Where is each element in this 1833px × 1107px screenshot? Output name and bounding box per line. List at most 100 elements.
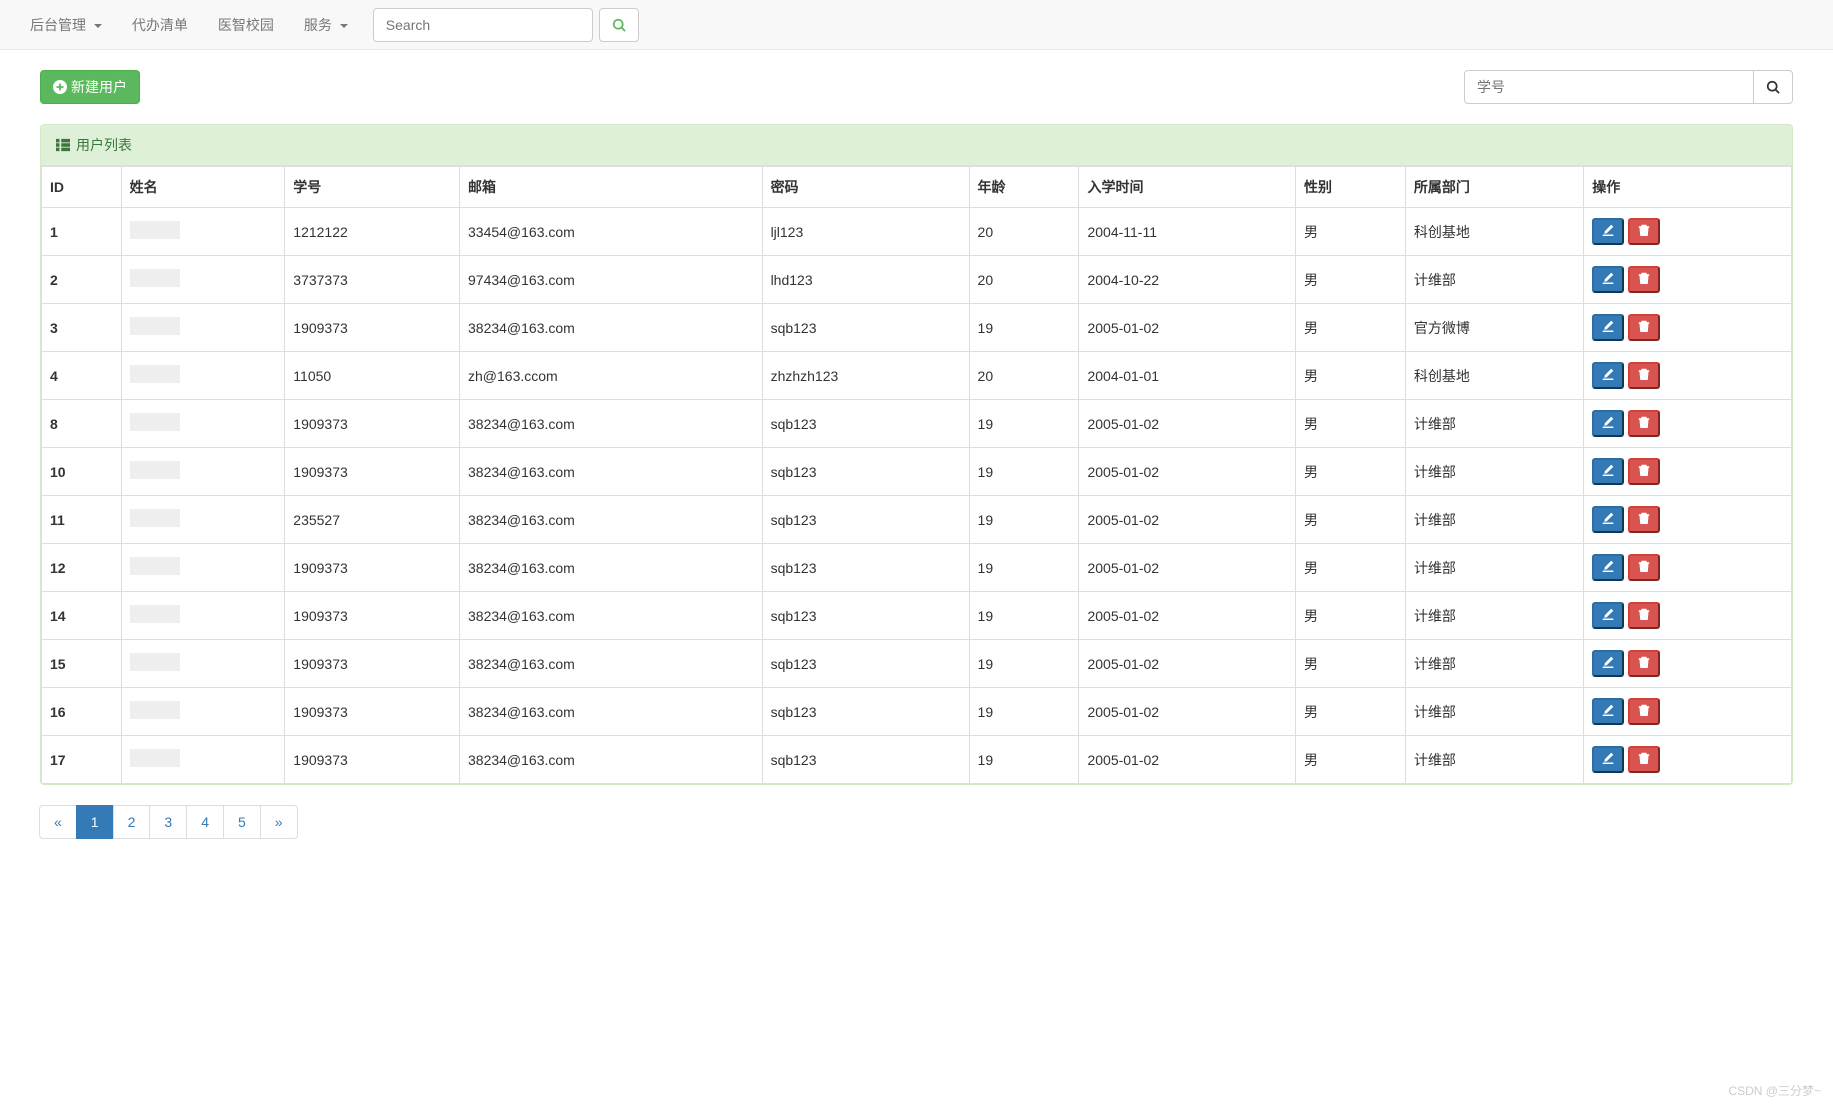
table-cell: sqb123	[762, 688, 969, 736]
delete-button[interactable]	[1628, 554, 1660, 581]
actions-cell	[1584, 304, 1792, 352]
table-cell: 2004-10-22	[1079, 256, 1296, 304]
delete-button[interactable]	[1628, 602, 1660, 629]
name-redacted	[130, 557, 180, 575]
table-body: 1121212233454@163.comljl123202004-11-11男…	[42, 208, 1792, 784]
name-redacted	[130, 413, 180, 431]
new-user-button[interactable]: 新建用户	[40, 70, 140, 104]
table-cell: 20	[969, 208, 1079, 256]
table-cell: 男	[1295, 304, 1405, 352]
edit-button[interactable]	[1592, 266, 1624, 293]
page-next-link[interactable]: »	[261, 806, 297, 838]
delete-button[interactable]	[1628, 218, 1660, 245]
nav-item[interactable]: 服务	[289, 0, 363, 50]
page-1: 1	[76, 805, 114, 839]
table-cell: 20	[969, 352, 1079, 400]
top-navbar: 后台管理 代办清单医智校园服务	[0, 0, 1833, 50]
trash-icon	[1638, 608, 1650, 620]
nav-item[interactable]: 医智校园	[203, 0, 289, 50]
edit-button[interactable]	[1592, 698, 1624, 725]
edit-button[interactable]	[1592, 218, 1624, 245]
table-cell: sqb123	[762, 304, 969, 352]
table-cell	[121, 256, 285, 304]
name-redacted	[130, 221, 180, 239]
name-redacted	[130, 653, 180, 671]
actions-cell	[1584, 208, 1792, 256]
delete-button[interactable]	[1628, 746, 1660, 773]
table-cell: sqb123	[762, 640, 969, 688]
table-cell: sqb123	[762, 736, 969, 784]
delete-button[interactable]	[1628, 458, 1660, 485]
table-row: 12190937338234@163.comsqb123192005-01-02…	[42, 544, 1792, 592]
table-header-cell: 年龄	[969, 167, 1079, 208]
edit-button[interactable]	[1592, 650, 1624, 677]
actions-cell	[1584, 592, 1792, 640]
table-cell: 2005-01-02	[1079, 592, 1296, 640]
page-2: 2	[113, 805, 151, 839]
page-1-link[interactable]: 1	[77, 806, 113, 838]
edit-button[interactable]	[1592, 362, 1624, 389]
delete-button[interactable]	[1628, 698, 1660, 725]
delete-button[interactable]	[1628, 362, 1660, 389]
table-cell: 男	[1295, 592, 1405, 640]
table-cell: 4	[42, 352, 122, 400]
page-5-link[interactable]: 5	[224, 806, 260, 838]
edit-button[interactable]	[1592, 458, 1624, 485]
page-prev: «	[39, 805, 77, 839]
table-cell	[121, 304, 285, 352]
edit-button[interactable]	[1592, 746, 1624, 773]
edit-button[interactable]	[1592, 314, 1624, 341]
table-cell: 2005-01-02	[1079, 448, 1296, 496]
edit-button[interactable]	[1592, 554, 1624, 581]
table-cell	[121, 736, 285, 784]
page-2-link[interactable]: 2	[114, 806, 150, 838]
table-cell: sqb123	[762, 496, 969, 544]
edit-button[interactable]	[1592, 410, 1624, 437]
table-cell: 1909373	[285, 736, 460, 784]
page-4-link[interactable]: 4	[187, 806, 223, 838]
table-cell: 男	[1295, 256, 1405, 304]
page-prev-link[interactable]: «	[40, 806, 76, 838]
trash-icon	[1638, 368, 1650, 380]
table-cell: 1909373	[285, 544, 460, 592]
student-id-search-input[interactable]	[1464, 70, 1754, 104]
delete-button[interactable]	[1628, 506, 1660, 533]
delete-button[interactable]	[1628, 410, 1660, 437]
table-cell: 2005-01-02	[1079, 640, 1296, 688]
table-cell: 33454@163.com	[460, 208, 763, 256]
search-icon	[612, 18, 626, 32]
edit-icon	[1602, 512, 1614, 524]
table-cell: 男	[1295, 352, 1405, 400]
actions-cell	[1584, 544, 1792, 592]
student-id-search-button[interactable]	[1753, 70, 1793, 104]
list-icon	[56, 138, 70, 152]
table-cell	[121, 688, 285, 736]
edit-icon	[1602, 608, 1614, 620]
table-cell: 1909373	[285, 304, 460, 352]
table-header-cell: 邮箱	[460, 167, 763, 208]
delete-button[interactable]	[1628, 266, 1660, 293]
table-header-cell: 学号	[285, 167, 460, 208]
navbar-search-input[interactable]	[373, 8, 593, 42]
table-cell: 2004-11-11	[1079, 208, 1296, 256]
page-3-link[interactable]: 3	[150, 806, 186, 838]
navbar-search-button[interactable]	[599, 8, 639, 42]
trash-icon	[1638, 560, 1650, 572]
edit-button[interactable]	[1592, 602, 1624, 629]
table-cell: 19	[969, 544, 1079, 592]
nav-item[interactable]: 代办清单	[117, 0, 203, 50]
table-cell: 男	[1295, 688, 1405, 736]
table-cell: 计维部	[1405, 544, 1583, 592]
actions-cell	[1584, 736, 1792, 784]
name-redacted	[130, 749, 180, 767]
delete-button[interactable]	[1628, 314, 1660, 341]
edit-button[interactable]	[1592, 506, 1624, 533]
table-cell: 19	[969, 688, 1079, 736]
page-4: 4	[186, 805, 224, 839]
nav-item[interactable]: 后台管理	[15, 0, 117, 50]
table-cell: sqb123	[762, 400, 969, 448]
delete-button[interactable]	[1628, 650, 1660, 677]
trash-icon	[1638, 464, 1650, 476]
table-cell: 19	[969, 640, 1079, 688]
name-redacted	[130, 701, 180, 719]
